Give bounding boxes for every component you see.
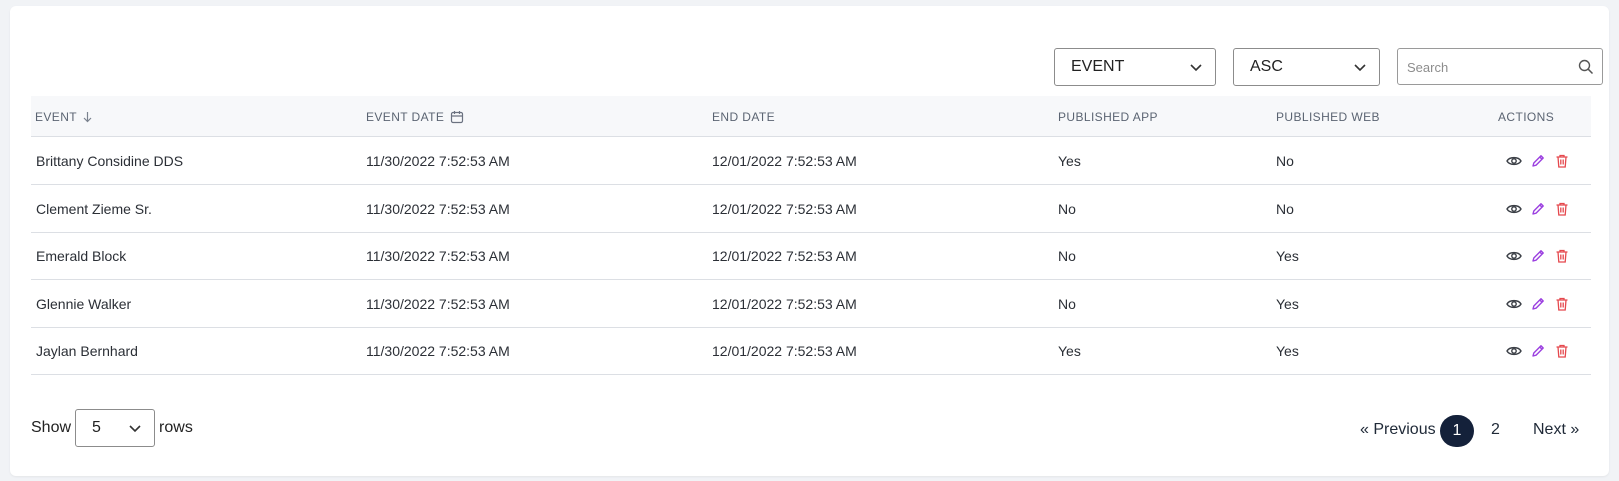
event-cell: Glennie Walker bbox=[36, 295, 132, 312]
trash-icon[interactable] bbox=[1554, 153, 1570, 169]
published-app-cell: Yes bbox=[1058, 153, 1081, 169]
pencil-icon[interactable] bbox=[1530, 343, 1546, 359]
row-actions bbox=[1506, 232, 1570, 280]
column-label: EVENT DATE bbox=[366, 109, 445, 124]
column-header-end-date: END DATE bbox=[712, 96, 775, 137]
page-2-button[interactable]: 2 bbox=[1491, 421, 1500, 439]
published-web-cell: No bbox=[1276, 153, 1294, 169]
pencil-icon[interactable] bbox=[1530, 153, 1546, 169]
search-icon[interactable] bbox=[1578, 59, 1594, 75]
table-row: Brittany Considine DDS 11/30/2022 7:52:53… bbox=[31, 137, 1591, 185]
calendar-icon[interactable] bbox=[450, 110, 464, 124]
end-date-cell: 12/01/2022 7:52:53 AM bbox=[712, 343, 857, 359]
event-cell: Emerald Block bbox=[36, 248, 127, 264]
rows-per-page-select[interactable]: 5 bbox=[75, 409, 156, 447]
end-date-cell: 12/01/2022 7:52:53 AM bbox=[712, 248, 857, 264]
search-input[interactable] bbox=[1407, 58, 1567, 76]
table-row: Clement Zieme Sr. 11/30/2022 7:52:53 AM 12… bbox=[31, 185, 1591, 233]
column-header-event-date[interactable]: EVENT DATE bbox=[366, 96, 464, 137]
end-date-cell: 12/01/2022 7:52:53 AM bbox=[712, 295, 857, 312]
published-app-cell: Yes bbox=[1058, 343, 1081, 359]
column-header-actions: ACTIONS bbox=[1498, 96, 1554, 137]
chevron-down-icon bbox=[1190, 64, 1202, 72]
eye-icon[interactable] bbox=[1506, 201, 1522, 217]
table-row: Glennie Walker 11/30/2022 7:52:53 AM 12/01… bbox=[31, 280, 1591, 328]
events-card: EVENT ASC EVENT EVENT DATE END DATE PUBL… bbox=[10, 6, 1609, 476]
eye-icon[interactable] bbox=[1506, 296, 1522, 312]
published-app-cell: No bbox=[1058, 295, 1076, 312]
column-label: END DATE bbox=[712, 109, 775, 124]
eye-icon[interactable] bbox=[1506, 343, 1522, 359]
row-actions bbox=[1506, 137, 1570, 185]
trash-icon[interactable] bbox=[1554, 343, 1570, 359]
show-label: Show bbox=[31, 419, 72, 436]
search-box bbox=[1397, 48, 1603, 85]
pencil-icon[interactable] bbox=[1530, 248, 1546, 264]
column-label: ACTIONS bbox=[1498, 109, 1555, 124]
chevron-down-icon bbox=[129, 425, 141, 433]
table-row: Emerald Block 11/30/2022 7:52:53 AM 12/01/… bbox=[31, 232, 1591, 280]
chevron-down-icon bbox=[1354, 64, 1366, 72]
event-cell: Jaylan Bernhard bbox=[36, 343, 138, 359]
event-cell: Clement Zieme Sr. bbox=[36, 200, 152, 217]
trash-icon[interactable] bbox=[1554, 248, 1570, 264]
event-date-cell: 11/30/2022 7:52:53 AM bbox=[366, 153, 510, 169]
sort-field-value: EVENT bbox=[1071, 58, 1125, 75]
event-date-cell: 11/30/2022 7:52:53 AM bbox=[366, 248, 510, 264]
row-actions bbox=[1506, 185, 1570, 233]
published-web-cell: Yes bbox=[1276, 248, 1299, 264]
column-header-event[interactable]: EVENT bbox=[35, 96, 92, 137]
trash-icon[interactable] bbox=[1554, 201, 1570, 217]
row-actions bbox=[1506, 327, 1570, 375]
event-date-cell: 11/30/2022 7:52:53 AM bbox=[366, 343, 510, 359]
table-header: EVENT EVENT DATE END DATE PUBLISHED APP … bbox=[31, 96, 1591, 137]
column-header-published-app: PUBLISHED APP bbox=[1058, 96, 1158, 137]
eye-icon[interactable] bbox=[1506, 153, 1522, 169]
rows-per-page: Show 5 rows bbox=[31, 409, 193, 447]
page-1-button[interactable]: 1 bbox=[1440, 415, 1474, 447]
column-label: EVENT bbox=[35, 109, 78, 124]
trash-icon[interactable] bbox=[1554, 296, 1570, 312]
sort-order-value: ASC bbox=[1250, 58, 1283, 75]
published-app-cell: No bbox=[1058, 248, 1076, 264]
published-web-cell: Yes bbox=[1276, 343, 1299, 359]
rows-label: rows bbox=[159, 419, 193, 436]
published-web-cell: No bbox=[1276, 200, 1294, 217]
event-cell: Brittany Considine DDS bbox=[36, 153, 184, 169]
rows-per-page-value: 5 bbox=[92, 419, 101, 436]
column-label: PUBLISHED APP bbox=[1058, 109, 1158, 124]
published-web-cell: Yes bbox=[1276, 295, 1299, 312]
sort-field-select[interactable]: EVENT bbox=[1054, 48, 1216, 86]
published-app-cell: No bbox=[1058, 200, 1076, 217]
pencil-icon[interactable] bbox=[1530, 201, 1546, 217]
end-date-cell: 12/01/2022 7:52:53 AM bbox=[712, 200, 857, 217]
event-date-cell: 11/30/2022 7:52:53 AM bbox=[366, 200, 510, 217]
table-row: Jaylan Bernhard 11/30/2022 7:52:53 AM 12/0… bbox=[31, 327, 1591, 375]
previous-page-link[interactable]: « Previous bbox=[1360, 421, 1436, 439]
end-date-cell: 12/01/2022 7:52:53 AM bbox=[712, 153, 857, 169]
column-label: PUBLISHED WEB bbox=[1276, 109, 1380, 124]
next-page-link[interactable]: Next » bbox=[1533, 421, 1579, 439]
row-actions bbox=[1506, 280, 1570, 328]
column-header-published-web: PUBLISHED WEB bbox=[1276, 96, 1380, 137]
event-date-cell: 11/30/2022 7:52:53 AM bbox=[366, 295, 510, 312]
arrow-down-icon bbox=[83, 111, 92, 122]
eye-icon[interactable] bbox=[1506, 248, 1522, 264]
sort-order-select[interactable]: ASC bbox=[1233, 48, 1380, 86]
pencil-icon[interactable] bbox=[1530, 296, 1546, 312]
